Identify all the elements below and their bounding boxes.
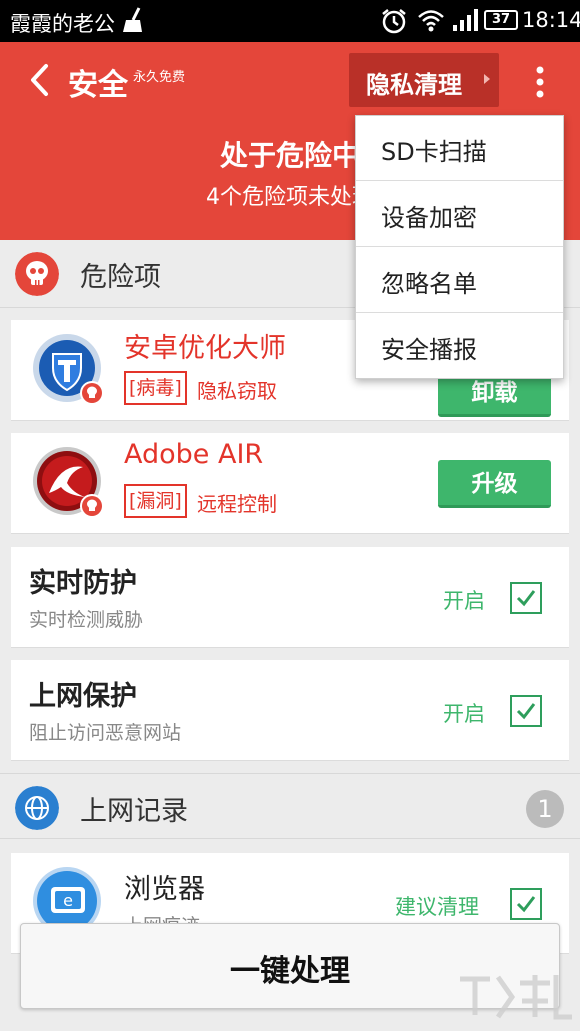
app-name: Adobe AIR [124,439,264,470]
protection-subtitle: 实时检测威胁 [29,609,144,631]
svg-text:e: e [63,891,73,910]
protection-status: 开启 [443,589,485,613]
menu-item-device-encrypt[interactable]: 设备加密 [356,182,563,247]
browser-status: 建议清理 [395,895,479,919]
status-bar: 霞霞的老公 37 18:14 [0,0,580,42]
protection-card-realtime: 实时防护 实时检测威胁 开启 [11,547,569,648]
protection-subtitle: 阻止访问恶意网站 [29,722,182,744]
threat-type-tag: [病毒] [124,371,187,405]
threat-type-tag: [漏洞] [124,484,187,518]
chevron-right-icon [484,74,490,84]
skull-icon [15,252,59,296]
wifi-icon [418,10,444,32]
clock: 18:14 [522,8,580,32]
menu-item-security-broadcast[interactable]: 安全播报 [356,314,563,379]
carrier-name: 霞霞的老公 [10,12,115,36]
browse-section-label: 上网记录 [80,796,188,827]
privacy-clean-button[interactable]: 隐私清理 [349,53,499,107]
free-label: 永久免费 [133,70,186,85]
battery-indicator: 37 [484,10,518,30]
protection-status: 开启 [443,702,485,726]
divider [0,838,580,839]
menu-item-ignore-list[interactable]: 忽略名单 [356,248,563,313]
check-icon [516,703,536,720]
broom-icon [123,7,142,32]
menu-item-label: SD卡扫描 [381,138,487,166]
browser-title: 浏览器 [124,874,205,905]
check-icon [516,590,536,607]
overflow-menu: SD卡扫描 设备加密 忽略名单 安全播报 [355,115,564,379]
privacy-clean-label: 隐私清理 [366,71,462,99]
browse-count-badge: 1 [526,790,564,828]
adobe-air-icon [33,447,104,518]
menu-item-label: 安全播报 [381,336,477,364]
globe-icon [15,786,59,830]
more-vertical-icon[interactable] [528,62,552,102]
protection-title: 上网保护 [29,681,137,712]
app-name: 安卓优化大师 [124,333,286,364]
upgrade-button[interactable]: 升级 [438,460,551,508]
watermark-logo [460,975,572,1020]
alarm-icon [382,9,406,34]
back-arrow-icon[interactable] [26,62,56,98]
web-protection-checkbox[interactable] [510,695,542,727]
menu-item-sd-scan[interactable]: SD卡扫描 [356,116,563,181]
shield-app-icon [33,334,104,405]
threat-description: 隐私窃取 [197,379,277,403]
danger-section-label: 危险项 [80,262,161,293]
browse-section-header[interactable]: 上网记录 1 [0,774,580,838]
menu-item-label: 设备加密 [381,204,477,232]
check-icon [516,896,536,913]
realtime-protection-checkbox[interactable] [510,582,542,614]
browser-clean-checkbox[interactable] [510,888,542,920]
signal-icon [453,9,478,31]
menu-item-label: 忽略名单 [381,270,477,298]
page-title: 安全 [68,68,128,103]
threat-card-app2[interactable]: Adobe AIR [漏洞] 远程控制 升级 [11,433,569,534]
protection-card-web: 上网保护 阻止访问恶意网站 开启 [11,660,569,761]
threat-description: 远程控制 [197,492,277,516]
protection-title: 实时防护 [29,568,137,599]
